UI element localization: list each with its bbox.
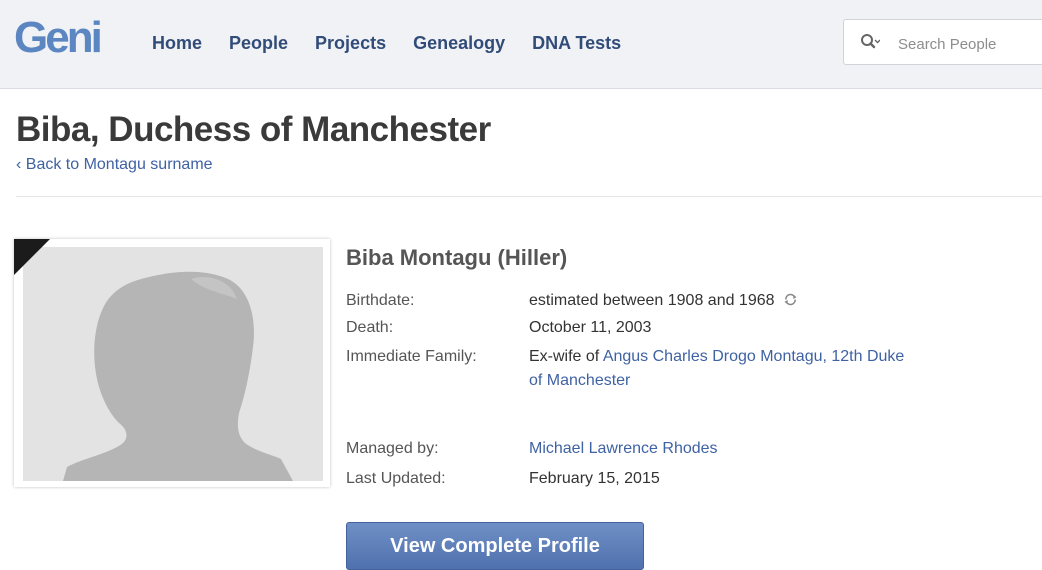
death-label: Death: bbox=[346, 319, 394, 336]
nav-projects[interactable]: Projects bbox=[315, 32, 386, 54]
page-title: Biba, Duchess of Manchester bbox=[16, 110, 491, 149]
managed-by-value: Michael Lawrence Rhodes bbox=[529, 437, 949, 461]
top-bar: Geni Home People Projects Genealogy DNA … bbox=[0, 0, 1042, 89]
death-value: October 11, 2003 bbox=[529, 319, 652, 336]
refresh-icon[interactable] bbox=[783, 292, 798, 307]
birthdate-text: estimated between 1908 and 1968 bbox=[529, 292, 775, 309]
profile-photo[interactable] bbox=[23, 247, 323, 481]
profile-photo-frame[interactable] bbox=[14, 239, 330, 487]
view-complete-profile-button[interactable]: View Complete Profile bbox=[346, 522, 644, 570]
person-name: Biba Montagu (Hiller) bbox=[346, 245, 568, 270]
divider bbox=[16, 196, 1042, 197]
immediate-family-value: Ex-wife of Angus Charles Drogo Montagu, … bbox=[529, 345, 919, 393]
geni-logo[interactable]: Geni bbox=[14, 16, 103, 60]
female-silhouette-icon bbox=[63, 271, 293, 481]
back-to-surname-link[interactable]: ‹ Back to Montagu surname bbox=[16, 156, 213, 174]
last-updated-label: Last Updated: bbox=[346, 470, 446, 487]
last-updated-value: February 15, 2015 bbox=[529, 470, 660, 487]
nav-home[interactable]: Home bbox=[152, 32, 202, 54]
black-ribbon-icon bbox=[14, 239, 50, 275]
search-box[interactable] bbox=[843, 19, 1042, 65]
nav-people[interactable]: People bbox=[229, 32, 288, 54]
manager-link[interactable]: Michael Lawrence Rhodes bbox=[529, 440, 718, 457]
magnifier-icon[interactable] bbox=[860, 33, 880, 53]
family-relation-text: Ex-wife of bbox=[529, 348, 603, 365]
birthdate-value: estimated between 1908 and 1968 bbox=[529, 289, 949, 313]
managed-by-label: Managed by: bbox=[346, 440, 439, 457]
search-input[interactable] bbox=[896, 32, 1042, 56]
immediate-family-label: Immediate Family: bbox=[346, 348, 477, 365]
birthdate-label: Birthdate: bbox=[346, 292, 415, 309]
nav-dna-tests[interactable]: DNA Tests bbox=[532, 32, 621, 54]
main-nav: Home People Projects Genealogy DNA Tests bbox=[152, 32, 648, 54]
nav-genealogy[interactable]: Genealogy bbox=[413, 32, 505, 54]
